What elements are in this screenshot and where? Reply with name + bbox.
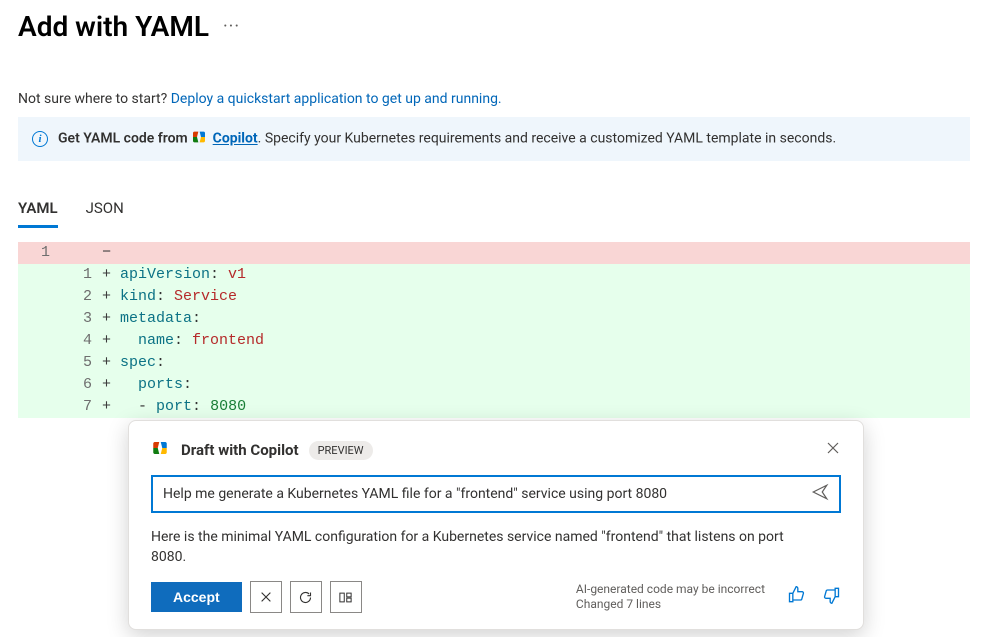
close-icon[interactable]: [825, 440, 841, 460]
banner-trail: . Specify your Kubernetes requirements a…: [258, 131, 836, 147]
retry-button[interactable]: [290, 581, 322, 613]
quickstart-link[interactable]: Deploy a quickstart application to get u…: [171, 91, 502, 107]
copilot-icon: [151, 439, 169, 461]
subtitle-prefix: Not sure where to start?: [18, 91, 171, 107]
ai-disclaimer: AI-generated code may be incorrect Chang…: [576, 582, 765, 612]
diff-row-added: 3+metadata:: [18, 308, 970, 330]
page-title: Add with YAML: [18, 10, 209, 43]
tabs: YAML JSON: [18, 191, 970, 228]
info-icon: i: [32, 131, 48, 147]
preview-badge: PREVIEW: [309, 441, 373, 460]
discard-button[interactable]: [250, 581, 282, 613]
diff-row-added: 6+ ports:: [18, 374, 970, 396]
accept-button[interactable]: Accept: [151, 582, 242, 612]
copilot-prompt-input[interactable]: [163, 486, 801, 502]
diff-row-added: 7+ - port: 8080: [18, 396, 970, 418]
copilot-popup-title: Draft with Copilot: [181, 441, 299, 459]
compare-button[interactable]: [330, 581, 362, 613]
banner-text: Get YAML code from Copilot. Specify your…: [58, 129, 836, 149]
thumbs-up-icon[interactable]: [787, 585, 807, 609]
copilot-popup: Draft with Copilot PREVIEW Here is the m…: [128, 420, 864, 630]
copilot-icon: [191, 129, 207, 149]
info-banner: i Get YAML code from Copilot. Specify yo…: [18, 117, 970, 161]
diff-row-removed: 1−: [18, 242, 970, 264]
diff-row-added: 5+spec:: [18, 352, 970, 374]
banner-lead: Get YAML code from: [58, 131, 191, 147]
copilot-link[interactable]: Copilot: [213, 131, 258, 147]
tab-json[interactable]: JSON: [86, 191, 124, 228]
more-icon[interactable]: ···: [223, 16, 240, 37]
diff-row-added: 1+apiVersion: v1: [18, 264, 970, 286]
ai-note-line1: AI-generated code may be incorrect: [576, 582, 765, 597]
send-icon[interactable]: [811, 483, 829, 505]
diff-row-added: 2+kind: Service: [18, 286, 970, 308]
diff-row-added: 4+ name: frontend: [18, 330, 970, 352]
ai-note-line2: Changed 7 lines: [576, 597, 765, 612]
copilot-response: Here is the minimal YAML configuration f…: [151, 527, 811, 567]
copilot-prompt-row: [151, 475, 841, 513]
editor: 1−1+apiVersion: v12+kind: Service3+metad…: [18, 242, 970, 418]
thumbs-down-icon[interactable]: [821, 585, 841, 609]
subtitle: Not sure where to start? Deploy a quicks…: [18, 91, 970, 107]
tab-yaml[interactable]: YAML: [18, 191, 58, 228]
